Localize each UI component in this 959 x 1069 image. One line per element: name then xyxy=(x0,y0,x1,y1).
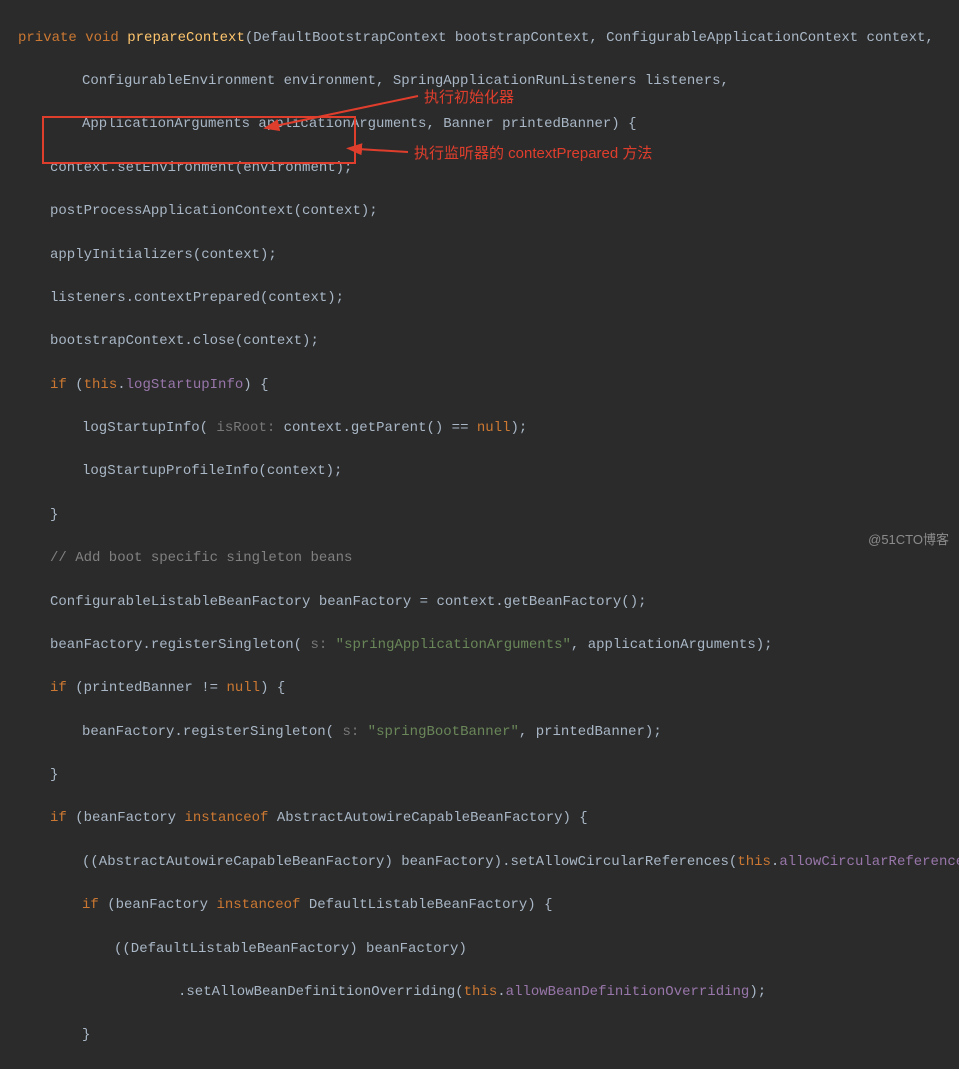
code-line: postProcessApplicationContext(context); xyxy=(0,201,959,223)
code-line: ApplicationArguments applicationArgument… xyxy=(0,114,959,136)
code-line: ((AbstractAutowireCapableBeanFactory) be… xyxy=(0,852,959,874)
code-line: // Add boot specific singleton beans xyxy=(0,548,959,570)
code-line: if (printedBanner != null) { xyxy=(0,678,959,700)
code-line: beanFactory.registerSingleton( s: "sprin… xyxy=(0,635,959,657)
code-line: ConfigurableEnvironment environment, Spr… xyxy=(0,71,959,93)
code-block: private void prepareContext(DefaultBoots… xyxy=(0,0,959,1069)
code-line: logStartupInfo( isRoot: context.getParen… xyxy=(0,418,959,440)
code-line: listeners.contextPrepared(context); xyxy=(0,288,959,310)
code-line: logStartupProfileInfo(context); xyxy=(0,461,959,483)
code-line: } xyxy=(0,505,959,527)
code-line: bootstrapContext.close(context); xyxy=(0,331,959,353)
code-line: applyInitializers(context); xyxy=(0,245,959,267)
code-line: } xyxy=(0,1025,959,1047)
code-line: .setAllowBeanDefinitionOverriding(this.a… xyxy=(0,982,959,1004)
code-line: if (beanFactory instanceof DefaultListab… xyxy=(0,895,959,917)
code-line: context.setEnvironment(environment); xyxy=(0,158,959,180)
code-line: private void prepareContext(DefaultBoots… xyxy=(0,28,959,50)
code-line: ConfigurableListableBeanFactory beanFact… xyxy=(0,592,959,614)
code-line: beanFactory.registerSingleton( s: "sprin… xyxy=(0,722,959,744)
code-line: if (this.logStartupInfo) { xyxy=(0,375,959,397)
code-line: ((DefaultListableBeanFactory) beanFactor… xyxy=(0,939,959,961)
code-line: } xyxy=(0,765,959,787)
code-line: if (beanFactory instanceof AbstractAutow… xyxy=(0,808,959,830)
